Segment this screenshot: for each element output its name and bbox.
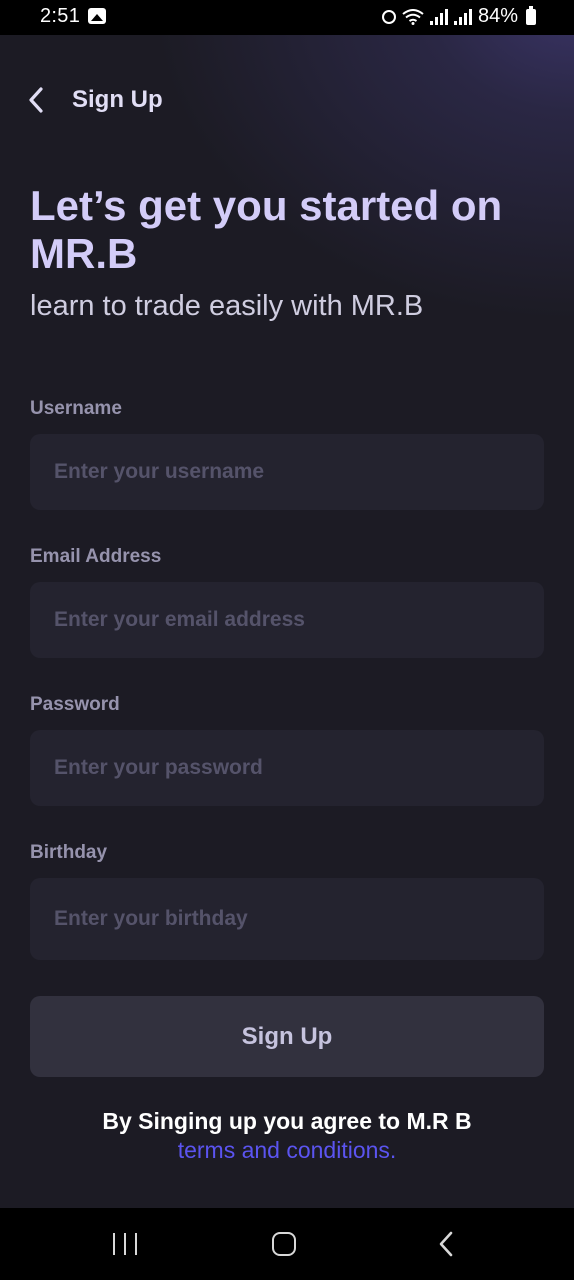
birthday-input[interactable] bbox=[30, 878, 544, 960]
chevron-left-icon bbox=[29, 87, 43, 113]
signal-icon bbox=[453, 8, 472, 25]
username-input[interactable] bbox=[30, 434, 544, 510]
status-bar: 2:51 84% bbox=[0, 0, 574, 35]
email-input[interactable] bbox=[30, 582, 544, 658]
hero-subtitle: learn to trade easily with MR.B bbox=[30, 290, 424, 322]
birthday-label: Birthday bbox=[30, 842, 108, 863]
signal-icon bbox=[429, 8, 448, 25]
hero-title: Let’s get you started on MR.B bbox=[30, 182, 503, 277]
back-button[interactable] bbox=[22, 82, 52, 118]
sign-up-button[interactable]: Sign Up bbox=[30, 996, 544, 1077]
email-label: Email Address bbox=[30, 546, 162, 567]
password-input[interactable] bbox=[30, 730, 544, 806]
battery-icon bbox=[526, 5, 536, 25]
page-title: Sign Up bbox=[72, 86, 163, 113]
alarm-icon bbox=[381, 9, 396, 24]
terms-text: By Singing up you agree to M.R B bbox=[102, 1108, 472, 1134]
home-icon[interactable] bbox=[272, 1232, 296, 1256]
sign-up-screen: 2:51 84% Sign Up Let’s get you started o… bbox=[0, 0, 574, 1280]
back-icon[interactable] bbox=[436, 1230, 456, 1258]
status-icons: 84% bbox=[381, 5, 536, 28]
username-label: Username bbox=[30, 398, 122, 419]
wifi-icon bbox=[402, 8, 424, 25]
recent-apps-icon[interactable] bbox=[113, 1233, 137, 1255]
battery-percentage: 84% bbox=[477, 5, 518, 27]
system-nav-bar bbox=[0, 1208, 574, 1280]
terms-link[interactable]: terms and conditions. bbox=[0, 1137, 574, 1164]
password-label: Password bbox=[30, 694, 120, 715]
gallery-icon bbox=[88, 8, 106, 24]
header: Sign Up bbox=[0, 35, 574, 165]
status-time: 2:51 bbox=[40, 5, 81, 27]
